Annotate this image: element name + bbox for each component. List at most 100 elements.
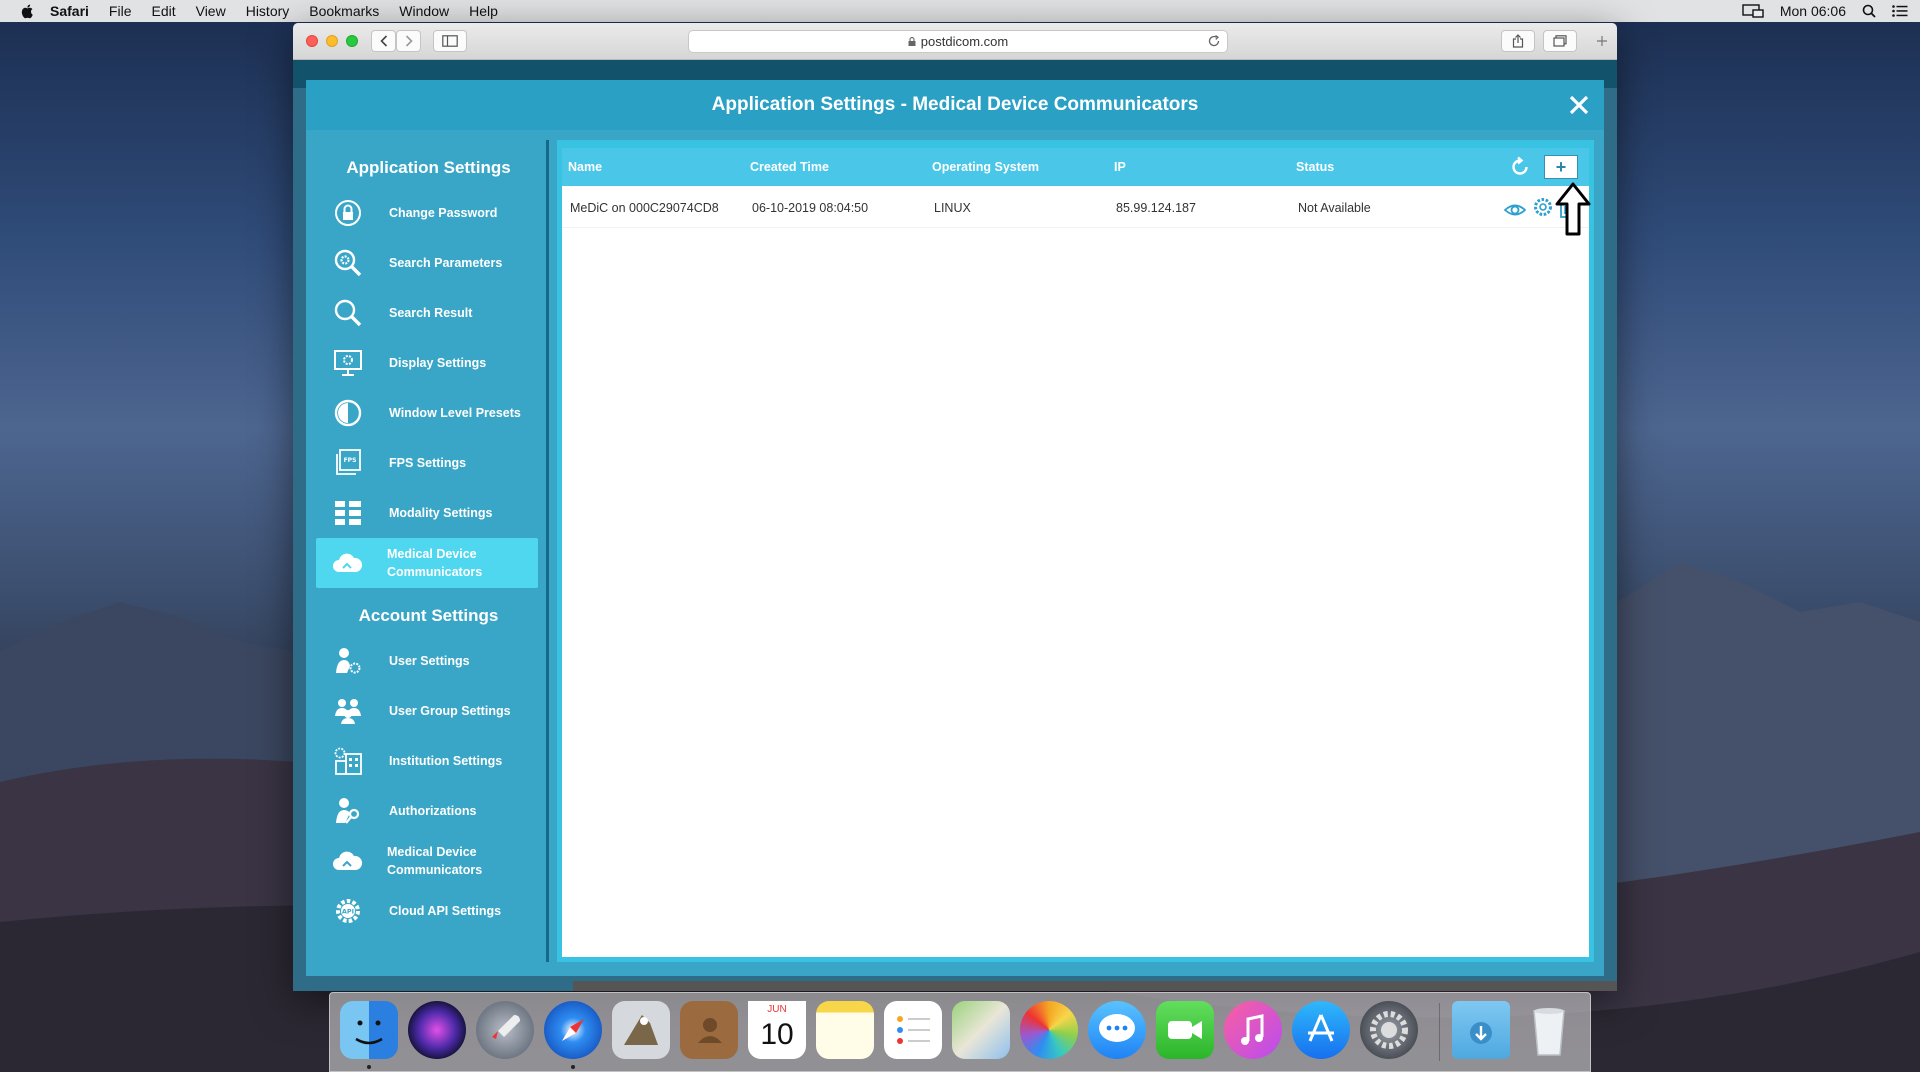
sidebar-item-medical-device-communicators-active[interactable]: Medical Device Communicators [316, 538, 538, 588]
column-header-created-time[interactable]: Created Time [750, 148, 829, 186]
window-minimize-button[interactable] [326, 35, 338, 47]
dock-separator [1439, 1003, 1440, 1061]
sidebar-item-display-settings[interactable]: Display Settings [316, 338, 538, 388]
svg-text:API: API [342, 908, 354, 916]
table-header: Name Created Time Operating System IP St… [562, 148, 1589, 186]
chevron-right-icon [405, 35, 413, 47]
menu-history[interactable]: History [246, 3, 290, 19]
sidebar-toggle-button[interactable] [433, 30, 467, 52]
sidebar-scrollbar[interactable] [546, 140, 549, 962]
close-icon[interactable] [1566, 92, 1592, 118]
sidebar-item-window-level-presets[interactable]: Window Level Presets [316, 388, 538, 438]
facetime-icon[interactable] [1156, 1001, 1214, 1059]
reload-icon[interactable] [1207, 34, 1221, 48]
sidebar-item-fps-settings[interactable]: FPS FPS Settings [316, 438, 538, 488]
reminders-icon[interactable] [884, 1001, 942, 1059]
safari-compass-icon[interactable] [544, 1001, 602, 1059]
safari-running-indicator [571, 1065, 575, 1069]
cell-ip: 85.99.124.187 [1116, 201, 1196, 215]
column-header-status[interactable]: Status [1296, 148, 1334, 186]
add-communicator-button[interactable]: + [1544, 155, 1578, 179]
column-header-ip[interactable]: IP [1114, 148, 1126, 186]
search-gear-icon [334, 249, 362, 277]
menu-help[interactable]: Help [469, 3, 498, 19]
sidebar-item-modality-settings[interactable]: Modality Settings [316, 488, 538, 538]
tabs-icon [1553, 35, 1567, 47]
siri-icon[interactable] [408, 1001, 466, 1059]
cloud-icon [333, 553, 363, 572]
tab-overview-button[interactable] [1543, 30, 1577, 52]
table-row[interactable]: MeDiC on 000C29074CD8 06-10-2019 08:04:5… [562, 182, 1591, 236]
column-header-operating-system[interactable]: Operating System [932, 148, 1039, 186]
back-button[interactable] [371, 30, 396, 52]
view-eye-icon[interactable] [1504, 199, 1526, 221]
sidebar-heading-account: Account Settings [358, 606, 499, 625]
spotlight-search-icon[interactable] [1862, 4, 1876, 18]
menu-app-name[interactable]: Safari [50, 3, 89, 19]
sidebar-item-label: Change Password [389, 206, 498, 220]
trash-icon[interactable] [1520, 1001, 1578, 1059]
svg-text:FPS: FPS [344, 457, 357, 464]
column-header-name[interactable]: Name [568, 148, 602, 186]
sidebar-item-label: Search Parameters [389, 256, 503, 270]
sidebar-item-label: Authorizations [389, 804, 477, 818]
maps-icon[interactable] [952, 1001, 1010, 1059]
mail-eagle-icon[interactable] [612, 1001, 670, 1059]
photos-icon[interactable] [1020, 1001, 1078, 1059]
sidebar-item-institution-settings[interactable]: Institution Settings [316, 736, 538, 786]
launchpad-rocket-icon[interactable] [476, 1001, 534, 1059]
contacts-book-icon[interactable] [680, 1001, 738, 1059]
sidebar-item-label: Window Level Presets [389, 406, 521, 420]
menu-file[interactable]: File [109, 3, 132, 19]
sidebar-item-label: Display Settings [389, 356, 487, 370]
finder-running-indicator [367, 1065, 371, 1069]
notes-icon[interactable] [816, 1001, 874, 1059]
pointer-arrow-annotation [1555, 182, 1591, 236]
messages-icon[interactable] [1088, 1001, 1146, 1059]
system-preferences-gear-icon[interactable] [1360, 1001, 1418, 1059]
screen-mirroring-icon[interactable] [1742, 4, 1764, 18]
downloads-folder-icon[interactable] [1452, 1001, 1510, 1059]
menubar-clock[interactable]: Mon 06:06 [1780, 3, 1846, 19]
menu-edit[interactable]: Edit [151, 3, 175, 19]
finder-icon[interactable] [340, 1001, 398, 1059]
window-close-button[interactable] [306, 35, 318, 47]
sidebar-item-search-parameters[interactable]: Search Parameters [316, 238, 538, 288]
modal-body: Application Settings Change Password Sea… [306, 130, 1604, 976]
sidebar-item-label: Institution Settings [389, 754, 503, 768]
cell-created-time: 06-10-2019 08:04:50 [752, 201, 869, 215]
menu-view[interactable]: View [196, 3, 226, 19]
new-tab-icon[interactable] [1596, 35, 1608, 47]
contrast-icon [334, 399, 362, 427]
sidebar-item-label: Modality Settings [389, 506, 493, 520]
sidebar-item-medical-device-communicators[interactable]: Medical Device Communicators [316, 836, 538, 886]
calendar-icon[interactable]: JUN 10 [748, 1001, 806, 1059]
sidebar-item-label: FPS Settings [389, 456, 467, 470]
sidebar-item-authorizations[interactable]: Authorizations [316, 786, 538, 836]
itunes-music-icon[interactable] [1224, 1001, 1282, 1059]
share-button[interactable] [1501, 30, 1535, 52]
fps-icon: FPS [336, 449, 361, 475]
modal-title: Application Settings - Medical Device Co… [711, 94, 1199, 115]
sidebar-item-user-group-settings[interactable]: User Group Settings [316, 686, 538, 736]
apple-icon[interactable] [20, 3, 36, 19]
notification-center-icon[interactable] [1892, 5, 1908, 17]
lock-icon [335, 200, 361, 226]
sidebar-item-change-password[interactable]: Change Password [316, 188, 538, 238]
sidebar-item-search-result[interactable]: Search Result [316, 288, 538, 338]
mac-dock: JUN 10 [329, 992, 1591, 1072]
menu-window[interactable]: Window [399, 3, 449, 19]
sidebar-icon [442, 35, 458, 47]
sidebar-item-user-settings[interactable]: User Settings [316, 636, 538, 686]
address-bar[interactable]: postdicom.com [688, 30, 1228, 53]
forward-button[interactable] [396, 30, 421, 52]
sidebar-item-cloud-api-settings[interactable]: API Cloud API Settings [316, 886, 538, 936]
window-horizontal-scrollbar[interactable] [573, 981, 1617, 991]
search-icon [334, 299, 362, 327]
settings-gear-icon[interactable] [1532, 196, 1554, 218]
menu-bookmarks[interactable]: Bookmarks [309, 3, 379, 19]
settings-sidebar: Application Settings Change Password Sea… [316, 140, 541, 962]
refresh-button[interactable] [1506, 155, 1534, 179]
app-store-icon[interactable] [1292, 1001, 1350, 1059]
window-zoom-button[interactable] [346, 35, 358, 47]
